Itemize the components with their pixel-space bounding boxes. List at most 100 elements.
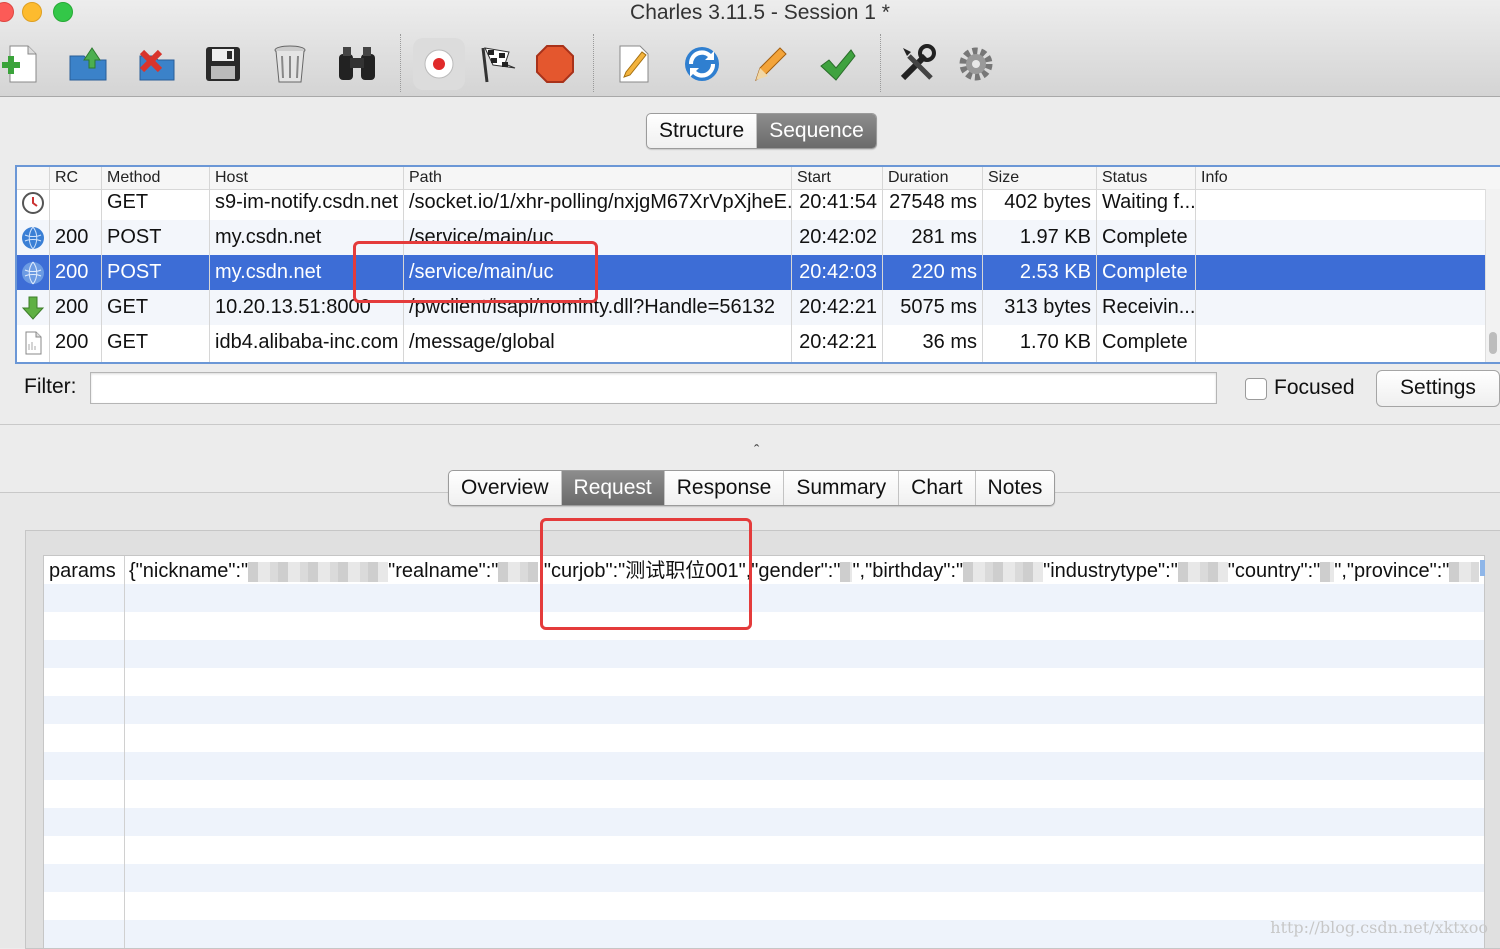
horizontal-scroll-indicator[interactable]: [1480, 560, 1485, 576]
toolbar-separator: [400, 34, 401, 92]
save-button[interactable]: [197, 38, 249, 90]
table-row-stripe: [44, 696, 1484, 724]
tab-request[interactable]: Request: [561, 471, 665, 505]
window-title: Charles 3.11.5 - Session 1 *: [630, 1, 890, 24]
checkmark-icon: [820, 49, 856, 81]
param-value-segment: ","province":": [1334, 560, 1450, 582]
table-row-stripe: [44, 780, 1484, 808]
compose-button[interactable]: [608, 38, 660, 90]
open-button[interactable]: [62, 38, 114, 90]
table-row-selected[interactable]: 200 POST my.csdn.net /service/main/uc 20…: [17, 255, 1485, 290]
open-folder-icon: [69, 47, 107, 81]
tools-button[interactable]: [891, 38, 943, 90]
param-key: params: [49, 560, 116, 582]
cell-status: Complete: [1102, 226, 1188, 248]
trash-icon: [274, 45, 306, 83]
close-session-button[interactable]: [130, 38, 182, 90]
cell-start: 20:42:21: [799, 296, 877, 318]
table-row-stripe: [44, 584, 1484, 612]
table-row-stripe: [44, 724, 1484, 752]
cell-duration: 281 ms: [911, 226, 977, 248]
toolbar-separator: [593, 34, 594, 92]
column-divider: [1195, 167, 1196, 362]
throttle-button[interactable]: [471, 38, 523, 90]
tab-chart[interactable]: Chart: [899, 471, 976, 505]
clear-session-button[interactable]: [264, 38, 316, 90]
tab-sequence[interactable]: Sequence: [757, 114, 876, 148]
record-button[interactable]: [413, 38, 465, 90]
filter-input[interactable]: [90, 372, 1217, 404]
table-row[interactable]: 200 GET 10.20.13.51:8000 /pwclient/isapi…: [17, 290, 1485, 325]
cell-rc: 200: [55, 296, 89, 318]
redacted-value: [248, 561, 389, 582]
redacted-value: [963, 561, 1044, 582]
tab-structure[interactable]: Structure: [647, 114, 758, 148]
param-value-segment: "country":": [1227, 560, 1321, 582]
cell-host: s9-im-notify.csdn.net: [215, 191, 399, 213]
table-row-stripe: [44, 668, 1484, 696]
param-value-segment: "industrytype":": [1043, 560, 1178, 582]
redacted-value: [1449, 561, 1479, 582]
cell-start: 20:41:54: [799, 191, 877, 213]
request-params-table: params {"nickname":" "realname":" ,"curjob…: [43, 555, 1485, 949]
cell-size: 1.70 KB: [1019, 331, 1091, 353]
table-row-stripe: [44, 920, 1484, 948]
cell-method: GET: [107, 191, 149, 213]
repeat-button[interactable]: [676, 38, 728, 90]
focused-checkbox[interactable]: [1245, 378, 1267, 400]
redacted-value: [1177, 561, 1228, 582]
tab-notes[interactable]: Notes: [976, 471, 1055, 505]
stop-sign-icon: [536, 45, 574, 83]
focused-checkbox-label[interactable]: Focused: [1274, 376, 1355, 400]
split-pane-handle-icon[interactable]: ˆ: [754, 443, 759, 461]
new-session-icon: [2, 45, 37, 83]
tab-summary[interactable]: Summary: [784, 471, 900, 505]
table-row[interactable]: 200 GET idb4.alibaba-inc.com /message/gl…: [17, 325, 1485, 360]
new-session-button[interactable]: [0, 38, 48, 90]
close-session-icon: [139, 49, 175, 81]
cell-method: POST: [107, 226, 162, 248]
cell-size: 2.53 KB: [1019, 261, 1091, 283]
detail-tabs: Overview Request Response Summary Chart …: [448, 470, 1056, 506]
param-value-segment: ","birthday":": [852, 560, 964, 582]
pane-divider: [0, 424, 1500, 425]
table-row[interactable]: 200 POST my.csdn.net /service/main/uc 20…: [17, 220, 1485, 255]
tab-response[interactable]: Response: [665, 471, 785, 505]
table-scrollbar-thumb[interactable]: [1489, 332, 1497, 354]
edit-button[interactable]: [744, 38, 796, 90]
settings-button[interactable]: [950, 38, 1002, 90]
find-button[interactable]: [331, 38, 383, 90]
table-row-stripe: [44, 864, 1484, 892]
download-arrow-icon: [21, 296, 45, 320]
cell-method: GET: [107, 331, 149, 353]
cell-rc: 200: [55, 331, 89, 353]
cell-size: 1.97 KB: [1019, 226, 1091, 248]
tab-overview[interactable]: Overview: [449, 471, 562, 505]
filter-settings-button[interactable]: Settings: [1376, 370, 1500, 407]
column-divider: [1096, 167, 1097, 362]
clock-icon: [22, 192, 44, 214]
column-divider: [124, 556, 125, 948]
record-icon: [424, 49, 454, 79]
table-row-stripe: [44, 836, 1484, 864]
table-row[interactable]: GET s9-im-notify.csdn.net /socket.io/1/x…: [17, 185, 1485, 220]
cell-rc: 200: [55, 226, 89, 248]
save-disk-icon: [206, 47, 240, 81]
table-row-stripe: [44, 612, 1484, 640]
table-row-stripe: [44, 640, 1484, 668]
param-value-segment: "gender":": [751, 560, 841, 582]
column-divider: [209, 167, 210, 362]
column-divider: [882, 167, 883, 362]
cell-status: Complete: [1102, 261, 1188, 283]
cell-status: Complete: [1102, 331, 1188, 353]
cell-duration: 36 ms: [922, 331, 977, 353]
cell-duration: 220 ms: [911, 261, 977, 283]
binoculars-icon: [339, 47, 375, 80]
breakpoints-button[interactable]: [529, 38, 581, 90]
validate-button[interactable]: [811, 38, 863, 90]
column-divider: [791, 167, 792, 362]
param-value[interactable]: {"nickname":" "realname":" ,"curjob":"测试职位…: [129, 556, 1479, 586]
checkered-flag-icon: [481, 47, 516, 83]
param-value-segment: "realname":": [388, 560, 499, 582]
gear-icon: [959, 47, 993, 81]
